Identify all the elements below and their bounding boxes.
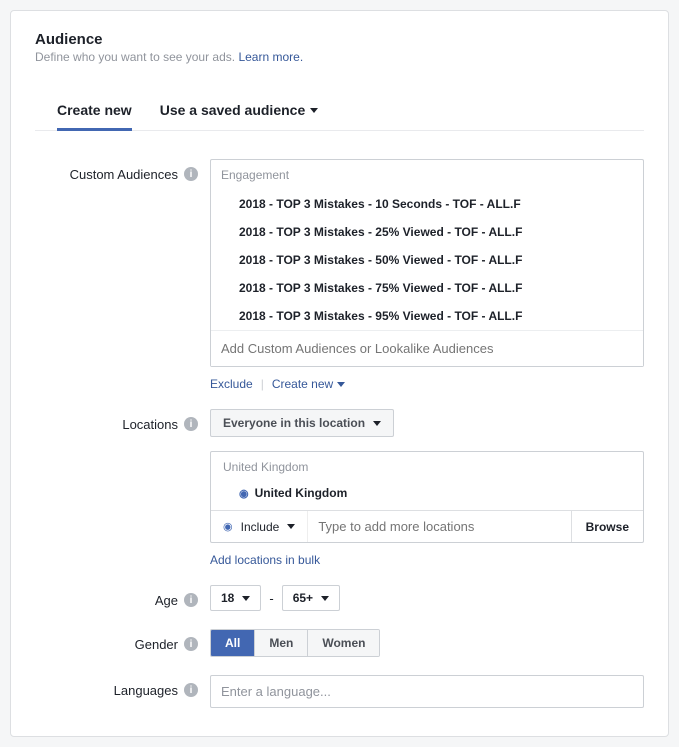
chevron-down-icon: [337, 382, 345, 387]
audience-item[interactable]: 2018 - TOP 3 Mistakes - 50% Viewed - TOF…: [211, 246, 643, 274]
info-icon[interactable]: i: [184, 683, 198, 697]
create-new-link[interactable]: Create new: [272, 377, 345, 391]
card-subtitle: Define who you want to see your ads. Lea…: [35, 50, 644, 64]
tab-saved-label: Use a saved audience: [160, 102, 306, 118]
chevron-down-icon: [287, 524, 295, 529]
audience-item[interactable]: 2018 - TOP 3 Mistakes - 95% Viewed - TOF…: [211, 302, 643, 330]
audience-group-label: Engagement: [211, 160, 643, 190]
info-icon[interactable]: i: [184, 593, 198, 607]
link-separator: |: [261, 377, 264, 391]
tabs: Create new Use a saved audience: [35, 92, 644, 131]
tab-saved-audience[interactable]: Use a saved audience: [160, 92, 319, 130]
location-input[interactable]: [308, 511, 570, 542]
row-languages: Languages i: [35, 675, 644, 708]
gender-men[interactable]: Men: [255, 630, 308, 656]
label-languages: Languages i: [35, 675, 210, 708]
pin-icon: ◉: [239, 487, 249, 500]
learn-more-link[interactable]: Learn more.: [238, 50, 303, 64]
subtitle-text: Define who you want to see your ads.: [35, 50, 238, 64]
row-custom-audiences: Custom Audiences i Engagement 2018 - TOP…: [35, 159, 644, 391]
row-gender: Gender i All Men Women: [35, 629, 644, 657]
label-locations: Locations i: [35, 409, 210, 567]
info-icon[interactable]: i: [184, 417, 198, 431]
exclude-link[interactable]: Exclude: [210, 377, 253, 391]
browse-button[interactable]: Browse: [571, 511, 643, 542]
info-icon[interactable]: i: [184, 637, 198, 651]
card-title: Audience: [35, 31, 644, 48]
gender-segmented: All Men Women: [210, 629, 380, 657]
location-region: United Kingdom: [211, 452, 643, 482]
audience-links: Exclude | Create new: [210, 377, 644, 391]
add-audiences-input[interactable]: [211, 330, 643, 366]
gender-all[interactable]: All: [211, 630, 255, 656]
label-age: Age i: [35, 585, 210, 611]
location-input-row: ◉ Include Browse: [211, 510, 643, 542]
location-mode-select[interactable]: Everyone in this location: [210, 409, 394, 437]
audience-card: Audience Define who you want to see your…: [10, 10, 669, 737]
audience-item[interactable]: 2018 - TOP 3 Mistakes - 75% Viewed - TOF…: [211, 274, 643, 302]
info-icon[interactable]: i: [184, 167, 198, 181]
chevron-down-icon: [321, 596, 329, 601]
location-item[interactable]: ◉ United Kingdom: [211, 482, 643, 510]
tab-create-label: Create new: [57, 102, 132, 118]
row-age: Age i 18 - 65+: [35, 585, 644, 611]
pin-icon: ◉: [223, 520, 233, 533]
chevron-down-icon: [310, 108, 318, 113]
label-gender: Gender i: [35, 629, 210, 657]
locations-box: United Kingdom ◉ United Kingdom ◉ Includ…: [210, 451, 644, 543]
add-locations-bulk-link[interactable]: Add locations in bulk: [210, 553, 644, 567]
chevron-down-icon: [373, 421, 381, 426]
age-separator: -: [269, 591, 273, 606]
label-custom-audiences: Custom Audiences i: [35, 159, 210, 391]
age-min-select[interactable]: 18: [210, 585, 261, 611]
row-locations: Locations i Everyone in this location Un…: [35, 409, 644, 567]
audience-item[interactable]: 2018 - TOP 3 Mistakes - 25% Viewed - TOF…: [211, 218, 643, 246]
gender-women[interactable]: Women: [308, 630, 379, 656]
age-max-select[interactable]: 65+: [282, 585, 340, 611]
include-select[interactable]: ◉ Include: [211, 511, 308, 542]
tab-create-new[interactable]: Create new: [57, 92, 132, 130]
custom-audiences-box: Engagement 2018 - TOP 3 Mistakes - 10 Se…: [210, 159, 644, 367]
chevron-down-icon: [242, 596, 250, 601]
languages-input[interactable]: [210, 675, 644, 708]
audience-item[interactable]: 2018 - TOP 3 Mistakes - 10 Seconds - TOF…: [211, 190, 643, 218]
